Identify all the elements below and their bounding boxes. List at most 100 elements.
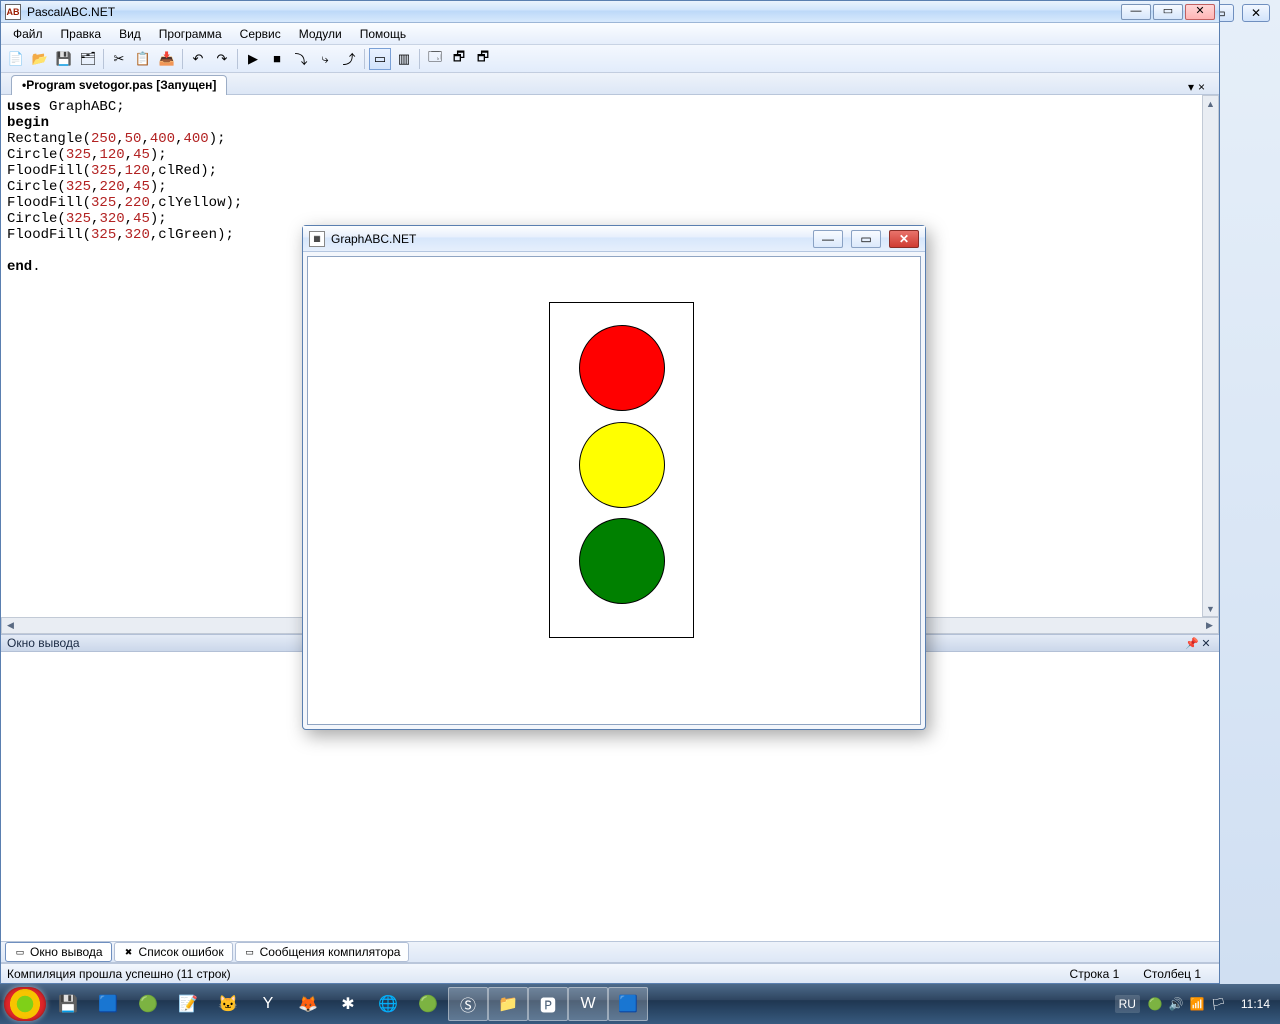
system-tray[interactable]: RU 🟢 🔊 📶 🏳 11:14 — [1109, 995, 1276, 1013]
menu-modules[interactable]: Модули — [291, 25, 350, 43]
tab-compiler[interactable]: ▭ Сообщения компилятора — [235, 942, 410, 962]
task-notes[interactable]: 📝 — [168, 987, 208, 1021]
desktop-background — [1220, 0, 1280, 984]
status-column: Столбец 1 — [1131, 967, 1213, 981]
tray-action[interactable]: 🏳 — [1211, 997, 1226, 1011]
tab-errors[interactable]: ✖ Список ошибок — [114, 942, 233, 962]
toolbar: 📄📂💾🗂✂📋📥↶↷▶■⤵⤷⤴▭▥🗔🗗🗗 — [1, 45, 1219, 73]
graphabc-canvas — [307, 256, 921, 725]
toggle-2-icon[interactable]: ▥ — [393, 48, 415, 70]
ide-title: PascalABC.NET — [27, 5, 115, 19]
menu-help[interactable]: Помощь — [352, 25, 414, 43]
graphabc-title: GraphABC.NET — [331, 232, 416, 246]
start-button[interactable] — [4, 987, 46, 1021]
tab-errors-label: Список ошибок — [139, 945, 224, 959]
status-message: Компиляция прошла успешно (11 строк) — [7, 967, 231, 981]
task-chrome[interactable]: 🌐 — [368, 987, 408, 1021]
pascalabc-icon: AB — [5, 4, 21, 20]
task-graphabc[interactable]: 🟦 — [608, 987, 648, 1021]
pin-icon[interactable]: 📌 — [1185, 637, 1199, 650]
task-app-red[interactable]: ✱ — [328, 987, 368, 1021]
outer-close-button[interactable]: ✕ — [1242, 4, 1270, 22]
task-word[interactable]: W — [568, 987, 608, 1021]
taskbar[interactable]: 💾🟦🟢📝🐱Y🦊✱🌐🟢Ⓢ📁🅿W🟦 RU 🟢🔊📶🏳 11:14 — [0, 984, 1280, 1024]
yellow-circle — [579, 422, 665, 508]
scroll-left-icon[interactable]: ◀ — [2, 620, 19, 631]
tabbar-menu-button[interactable]: ▾ — [1188, 80, 1194, 94]
tabbar-close-button[interactable]: × — [1198, 80, 1205, 94]
graphabc-titlebar[interactable]: ▦ GraphABC.NET — ▭ ✕ — [303, 226, 925, 252]
run-icon[interactable]: ▶ — [242, 48, 264, 70]
traffic-light-rectangle — [549, 302, 694, 638]
window-2-icon[interactable]: 🗗 — [448, 48, 470, 70]
menu-program[interactable]: Программа — [151, 25, 230, 43]
tab-compiler-label: Сообщения компилятора — [260, 945, 401, 959]
redo-icon[interactable]: ↷ — [211, 48, 233, 70]
status-line: Строка 1 — [1058, 967, 1132, 981]
green-circle — [579, 518, 665, 604]
open-icon[interactable]: 📂 — [29, 48, 51, 70]
task-yandex[interactable]: Y — [248, 987, 288, 1021]
task-save[interactable]: 💾 — [48, 987, 88, 1021]
toolbar-separator — [103, 49, 104, 69]
graphabc-window[interactable]: ▦ GraphABC.NET — ▭ ✕ — [302, 225, 926, 730]
child-maximize-button[interactable]: ▭ — [851, 230, 881, 248]
save-all-icon[interactable]: 🗂 — [77, 48, 99, 70]
graphabc-icon: ▦ — [309, 231, 325, 247]
step-over-icon[interactable]: ⤵ — [290, 48, 312, 70]
task-skype[interactable]: 🟦 — [88, 987, 128, 1021]
ide-close-button[interactable]: ✕ — [1185, 4, 1215, 20]
tray-network[interactable]: 📶 — [1190, 997, 1205, 1011]
ide-minimize-button[interactable]: — — [1121, 4, 1151, 20]
toolbar-separator — [419, 49, 420, 69]
task-scratch[interactable]: 🐱 — [208, 987, 248, 1021]
window-3-icon[interactable]: 🗗 — [472, 48, 494, 70]
save-icon[interactable]: 💾 — [53, 48, 75, 70]
bottom-tabbar: ▭Окно вывода ✖ Список ошибок ▭ Сообщения ком… — [1, 941, 1219, 963]
task-utorrent[interactable]: 🟢 — [128, 987, 168, 1021]
toggle-1-icon[interactable]: ▭ — [369, 48, 391, 70]
menu-service[interactable]: Сервис — [232, 25, 289, 43]
task-pabc[interactable]: 🅿 — [528, 987, 568, 1021]
task-skype2[interactable]: Ⓢ — [448, 987, 488, 1021]
paste-icon[interactable]: 📥 — [156, 48, 178, 70]
step-into-icon[interactable]: ⤷ — [314, 48, 336, 70]
toolbar-separator — [237, 49, 238, 69]
output-panel-title: Окно вывода — [7, 636, 80, 650]
copy-icon[interactable]: 📋 — [132, 48, 154, 70]
vertical-scrollbar[interactable]: ▲ ▼ — [1202, 95, 1219, 617]
ide-maximize-button[interactable]: ▭ — [1153, 4, 1183, 20]
window-1-icon[interactable]: 🗔 — [424, 48, 446, 70]
menu-edit[interactable]: Правка — [53, 25, 110, 43]
tray-volume[interactable]: 🔊 — [1169, 997, 1184, 1011]
tab-compiler-icon: ▭ — [244, 946, 256, 958]
scroll-up-icon[interactable]: ▲ — [1203, 96, 1218, 111]
undo-icon[interactable]: ↶ — [187, 48, 209, 70]
panel-close-icon[interactable]: ✕ — [1199, 637, 1213, 650]
tab-errors-icon: ✖ — [123, 946, 135, 958]
red-circle — [579, 325, 665, 411]
language-indicator[interactable]: RU — [1115, 995, 1140, 1013]
toolbar-separator — [364, 49, 365, 69]
toolbar-separator — [182, 49, 183, 69]
ide-titlebar[interactable]: AB PascalABC.NET — ▭ ✕ — [1, 1, 1219, 23]
clock[interactable]: 11:14 — [1234, 997, 1270, 1011]
child-close-button[interactable]: ✕ — [889, 230, 919, 248]
menu-view[interactable]: Вид — [111, 25, 149, 43]
tab-output[interactable]: ▭Окно вывода — [5, 942, 112, 962]
cut-icon[interactable]: ✂ — [108, 48, 130, 70]
scroll-down-icon[interactable]: ▼ — [1203, 601, 1218, 616]
tray-utorrent[interactable]: 🟢 — [1148, 997, 1163, 1011]
new-file-icon[interactable]: 📄 — [5, 48, 27, 70]
child-minimize-button[interactable]: — — [813, 230, 843, 248]
task-utorrent2[interactable]: 🟢 — [408, 987, 448, 1021]
step-out-icon[interactable]: ⤴ — [338, 48, 360, 70]
task-explorer[interactable]: 📁 — [488, 987, 528, 1021]
task-firefox[interactable]: 🦊 — [288, 987, 328, 1021]
document-tab[interactable]: •Program svetogor.pas [Запущен] — [11, 75, 227, 95]
stop-icon[interactable]: ■ — [266, 48, 288, 70]
scroll-right-icon[interactable]: ▶ — [1201, 620, 1218, 631]
statusbar: Компиляция прошла успешно (11 строк) Стр… — [1, 963, 1219, 983]
menubar: Файл Правка Вид Программа Сервис Модули … — [1, 23, 1219, 45]
menu-file[interactable]: Файл — [5, 25, 51, 43]
